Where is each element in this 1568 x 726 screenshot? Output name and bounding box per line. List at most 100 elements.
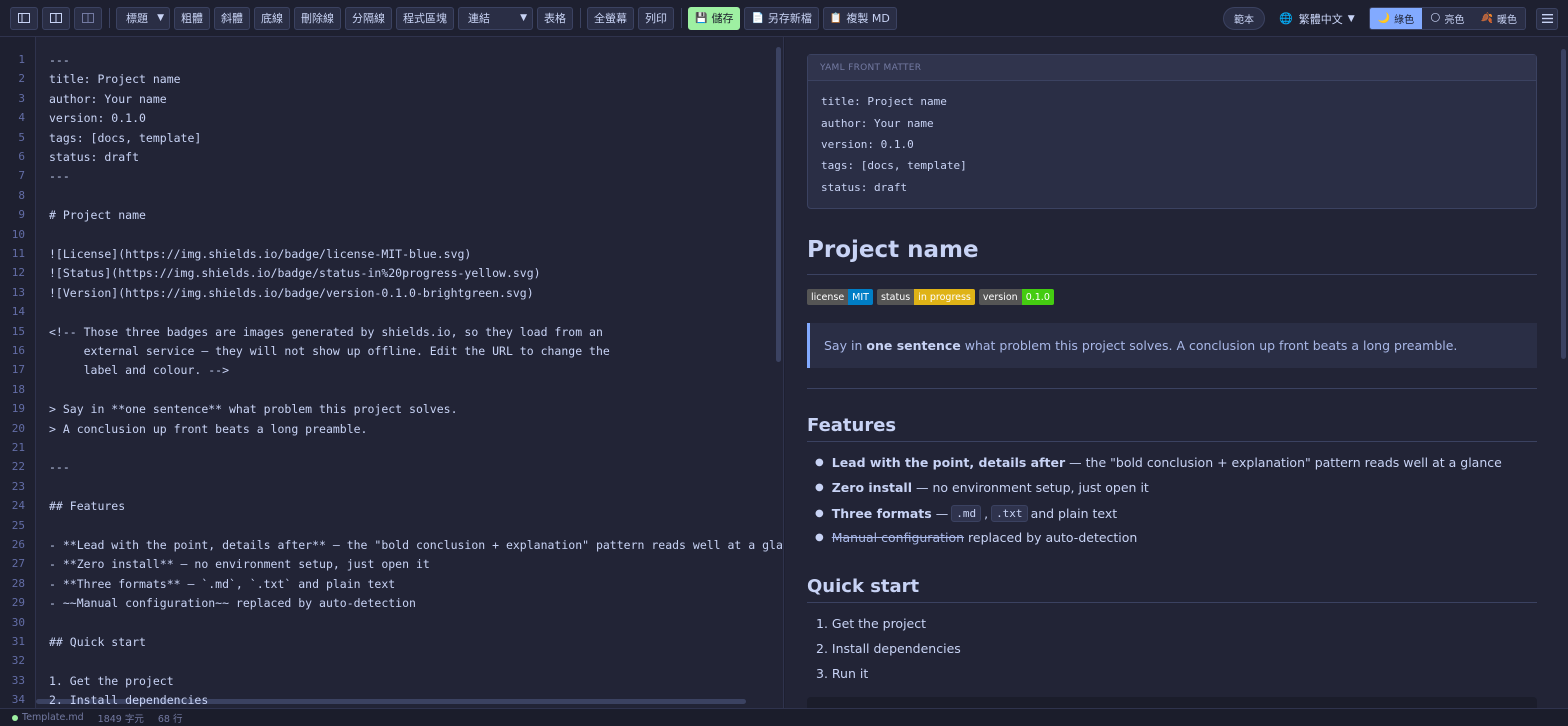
heading-rule [807,602,1537,603]
line-number: 31 [11,635,25,648]
flame-icon: 🍂 [1480,13,1493,24]
divider-button[interactable]: 分隔線 [345,6,392,30]
code-line[interactable]: - **Zero install** — no environment setu… [49,557,430,571]
save-icon: 💾 [695,12,708,24]
save-as-button[interactable]: 📄 另存新檔 [744,6,819,30]
theme-green[interactable]: 🌙 綠色 [1369,8,1423,29]
code-line[interactable]: - **Lead with the point, details after**… [49,538,783,552]
document-icon: 📄 [751,12,764,24]
link-select[interactable]: 連結 ▼ [458,6,533,30]
list-item-dash: — [935,506,949,521]
line-number: 10 [11,227,25,241]
code-line[interactable]: <!-- Those three badges are images gener… [49,325,603,339]
code-line[interactable]: > A conclusion up front beats a long pre… [49,422,368,436]
code-block [807,697,1537,708]
bullet-icon: ● [815,532,824,543]
theme-light-label: 亮色 [1444,15,1465,26]
chevron-down-icon: ▼ [520,13,527,23]
line-number: 20 [11,421,25,435]
code-line[interactable]: tags: [docs, template] [49,131,201,145]
code-line[interactable]: --- [49,169,70,183]
front-matter-box: YAML FRONT MATTER title: Project name au… [807,54,1537,209]
copy-md-label: 複製 MD [846,12,890,25]
bold-button[interactable]: 粗體 [174,6,210,30]
inline-code: .txt [991,505,1028,522]
code-line[interactable]: - ~~Manual configuration~~ replaced by a… [49,596,416,610]
theme-green-label: 綠色 [1394,15,1415,26]
chevron-down-icon: ▼ [157,13,164,23]
code-line[interactable]: ## Features [49,499,125,513]
code-line[interactable]: # Project name [49,208,146,222]
strikethrough-button[interactable]: 刪除線 [294,6,341,30]
code-line[interactable]: external service — they will not show up… [49,344,610,358]
print-button[interactable]: 列印 [638,6,674,30]
code-line[interactable]: --- [49,460,70,474]
split-view-icon[interactable] [42,6,70,30]
editor-vertical-scrollbar[interactable] [776,47,781,362]
code-line[interactable]: 2. Install dependencies [49,693,208,707]
panel-right-icon[interactable] [74,6,102,30]
code-line[interactable]: > Say in **one sentence** what problem t… [49,402,458,416]
link-select-label: 連結 [468,12,490,25]
horizontal-rule [807,388,1537,389]
panel-left-icon[interactable] [10,6,38,30]
code-line[interactable]: version: 0.1.0 [49,111,146,125]
toolbar-divider [109,8,110,28]
code-line[interactable]: label and colour. --> [49,363,229,377]
badge-key: status [876,289,915,305]
line-number: 27 [11,557,25,571]
theme-warm-label: 暖色 [1497,15,1517,26]
save-as-label: 另存新檔 [767,12,812,25]
code-block-button[interactable]: 程式區塊 [396,6,454,30]
code-line[interactable]: ![Version](https://img.shields.io/badge/… [49,286,534,300]
front-matter-title: YAML FRONT MATTER [808,55,1536,81]
theme-light[interactable]: 🌕 亮色 [1422,8,1473,29]
license-badge: license MIT [807,289,873,305]
code-line[interactable]: title: Project name [49,72,181,86]
bullet-icon: ● [815,508,824,519]
line-number: 11 [11,247,25,260]
line-number: 33 [11,673,25,687]
code-line[interactable]: --- [49,53,70,67]
list-item-text: and plain text [1030,506,1118,521]
table-button[interactable]: 表格 [537,6,573,30]
code-line[interactable]: author: Your name [49,92,167,106]
code-line[interactable]: 1. Get the project [49,674,174,688]
save-button[interactable]: 💾 儲存 [688,6,741,30]
line-number: 25 [11,518,25,532]
status-badge: status in progress [876,289,975,305]
hamburger-menu-icon[interactable] [1536,7,1558,30]
preview-scrollbar[interactable] [1561,49,1566,359]
code-line[interactable]: - **Three formats** — `.md`, `.txt` and … [49,577,395,591]
template-button[interactable]: 範本 [1223,7,1266,30]
code-line[interactable]: ![Status](https://img.shields.io/badge/s… [49,266,541,280]
heading-select[interactable]: 標題 ▼ [116,6,170,30]
list-item-bold: Lead with the point, details after [831,455,1066,470]
underline-button[interactable]: 底線 [254,6,290,30]
theme-warm[interactable]: 🍂 暖色 [1472,8,1525,29]
line-number: 19 [11,402,25,416]
copy-md-button[interactable]: 📋 複製 MD [822,6,897,30]
list-item: ● Zero install — no environment setup, jus… [815,480,1149,495]
preview-title: Project name [807,237,979,263]
front-matter-line: author: Your name [821,117,934,130]
line-number: 24 [11,499,25,513]
code-line[interactable]: ## Quick start [49,635,146,649]
code-line[interactable]: ![License](https://img.shields.io/badge/… [49,247,471,261]
fullscreen-button[interactable]: 全螢幕 [587,6,634,30]
badge-value: 0.1.0 [1021,289,1054,305]
blockquote: Say in one sentence what problem this proj… [807,323,1537,368]
line-number: 32 [11,654,25,668]
markdown-editor[interactable]: 1 2 3 4 5 6 7 8 9 10 11 12 13 14 15 16 17 18 19 20 21 22 23 24 2… [0,37,784,708]
language-select[interactable]: 🌐 繁體中文 ▼ [1279,11,1355,27]
italic-button[interactable]: 斜體 [214,6,250,30]
theme-switcher: 🌙 綠色 🌕 亮色 🍂 暖色 [1368,7,1526,30]
line-number: 34 [11,693,25,707]
badge-key: license [807,289,849,305]
code-line[interactable]: status: draft [49,150,139,164]
line-number: 16 [11,344,25,357]
line-number: 1 [18,53,25,66]
front-matter-line: tags: [docs, template] [821,159,967,172]
line-number: 5 [18,130,25,144]
list-item-strikethrough: Manual configuration [831,530,965,545]
